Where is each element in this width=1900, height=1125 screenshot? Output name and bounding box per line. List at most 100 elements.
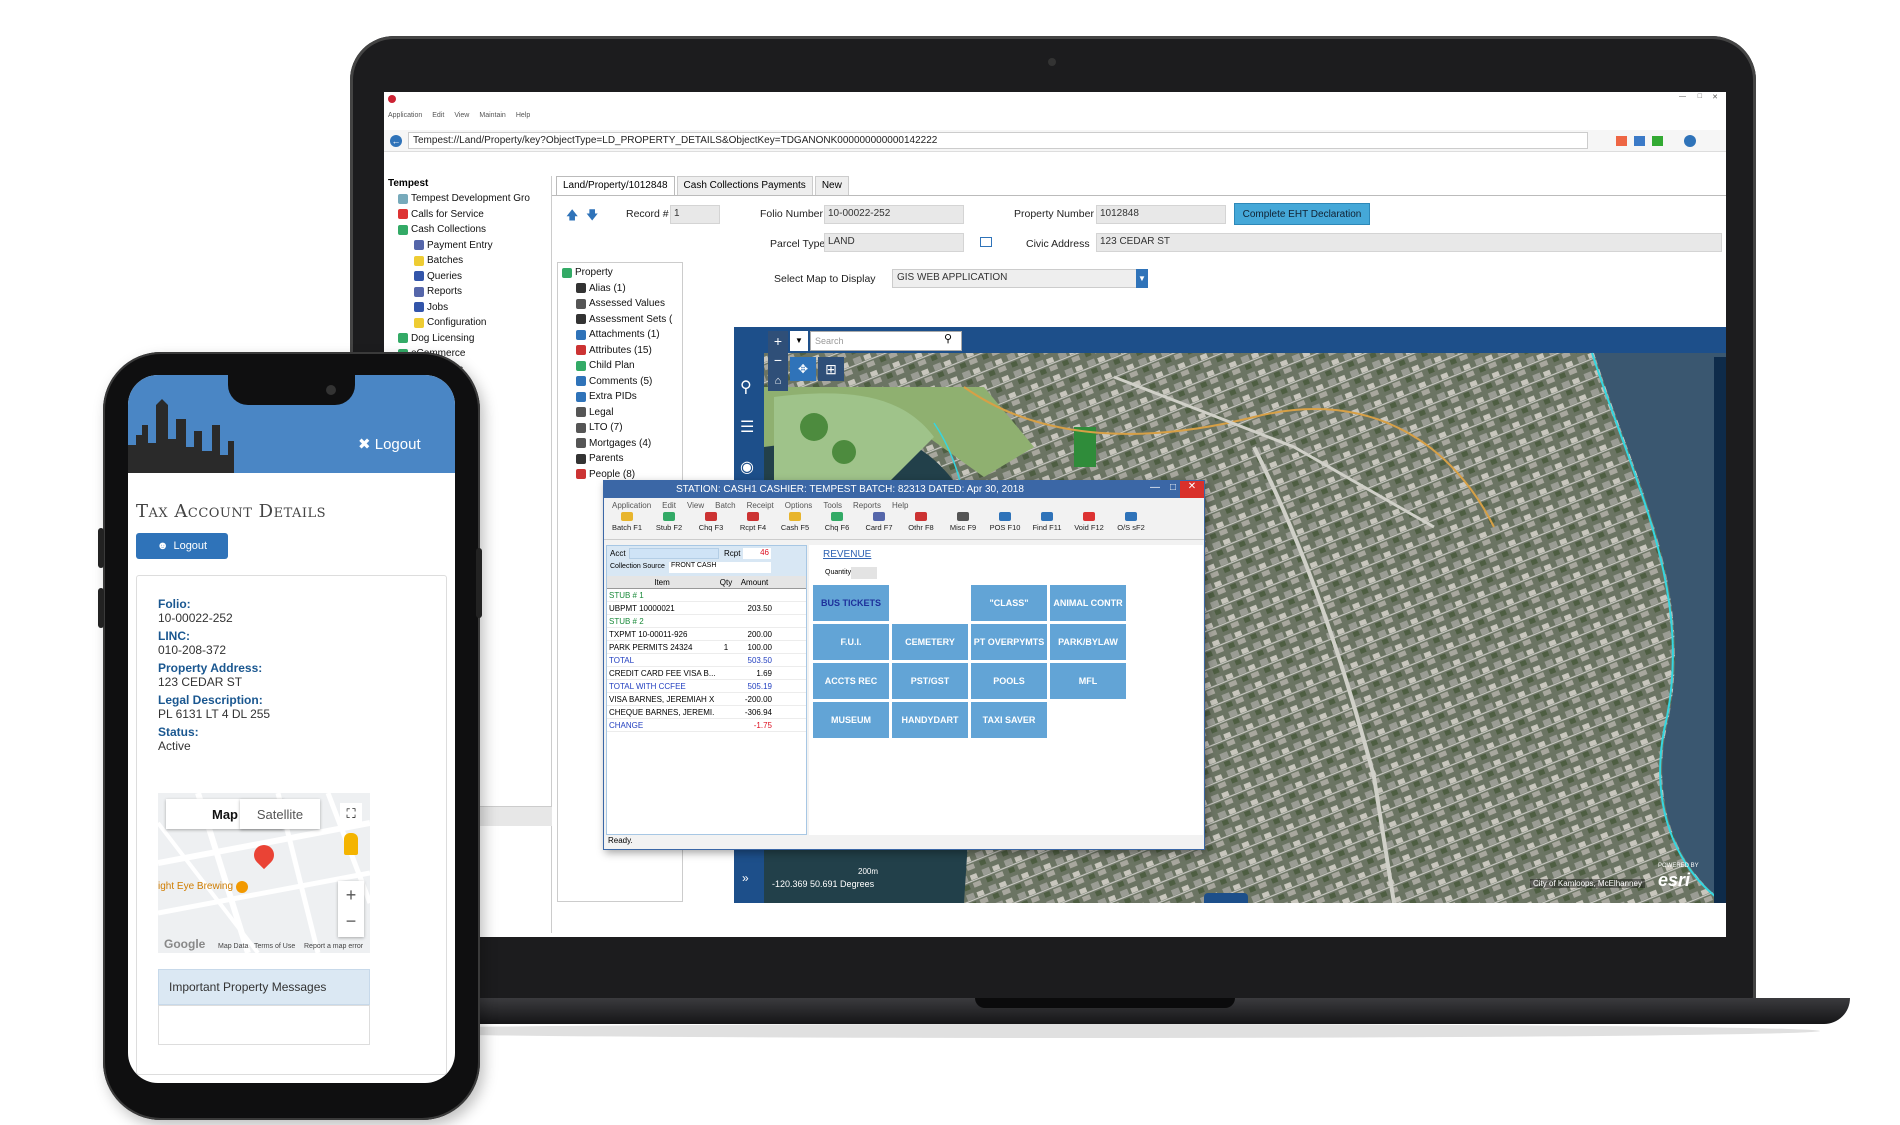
tree-item[interactable]: Dog Licensing bbox=[388, 331, 551, 347]
map-data-link[interactable]: Map Data bbox=[218, 943, 248, 950]
expand-panel-icon[interactable]: » bbox=[742, 871, 749, 885]
cash-menu-item[interactable]: Batch bbox=[715, 501, 735, 510]
logout-button[interactable]: ☻ Logout bbox=[136, 533, 228, 559]
receipt-row[interactable]: TOTAL 503.50 bbox=[607, 654, 806, 667]
home-icon[interactable]: ⌂ bbox=[768, 371, 788, 391]
cash-menu-item[interactable]: View bbox=[687, 501, 704, 510]
revenue-category-button[interactable]: CEMETERY bbox=[892, 624, 968, 660]
terms-link[interactable]: Terms of Use bbox=[254, 943, 295, 950]
map-panel-handle[interactable] bbox=[1204, 893, 1248, 903]
close-button[interactable]: ✕ bbox=[1712, 93, 1718, 101]
cash-maximize-button[interactable]: □ bbox=[1170, 482, 1176, 493]
cash-menu-item[interactable]: Receipt bbox=[747, 501, 774, 510]
menu-application[interactable]: Application bbox=[388, 112, 422, 119]
toolbar-button[interactable]: Stub F2 bbox=[648, 512, 690, 539]
property-tree-item[interactable]: Parents bbox=[562, 451, 678, 467]
toolbar-button[interactable]: O/S sF2 bbox=[1110, 512, 1152, 539]
tab-land-property[interactable]: Land/Property/1012848 bbox=[556, 176, 675, 195]
maximize-button[interactable]: □ bbox=[1698, 93, 1702, 100]
calendar-icon[interactable] bbox=[980, 237, 992, 247]
toolbar-button[interactable]: Othr F8 bbox=[900, 512, 942, 539]
property-map[interactable]: Map Satellite ⛶ + − ight Eye Brewing Goo… bbox=[158, 793, 370, 953]
map-list-icon[interactable]: ☰ bbox=[740, 417, 754, 437]
property-tree-item[interactable]: Alias (1) bbox=[562, 281, 678, 297]
revenue-category-button[interactable]: "CLASS" bbox=[971, 585, 1047, 621]
map-layers-icon[interactable]: ◉ bbox=[740, 457, 754, 477]
basemap-grid-icon[interactable]: ⊞ bbox=[818, 357, 844, 381]
property-tree-item[interactable]: Legal bbox=[562, 405, 678, 421]
favorite-icon[interactable] bbox=[1652, 136, 1663, 146]
satellite-tab[interactable]: Satellite bbox=[240, 799, 320, 829]
revenue-category-button[interactable]: MUSEUM bbox=[813, 702, 889, 738]
toolbar-button[interactable]: Misc F9 bbox=[942, 512, 984, 539]
cash-menu-item[interactable]: Edit bbox=[662, 501, 676, 510]
receipt-row[interactable]: CHEQUE BARNES, JEREMI... -306.94 bbox=[607, 706, 806, 719]
search-dropdown-icon[interactable]: ▼ bbox=[790, 331, 808, 351]
tab-cash-collections[interactable]: Cash Collections Payments bbox=[676, 176, 813, 195]
receipt-row[interactable]: STUB # 2 bbox=[607, 615, 806, 628]
pegman-icon[interactable] bbox=[344, 833, 358, 855]
tree-item[interactable]: Queries bbox=[388, 269, 551, 285]
toolbar-button[interactable]: Chq F6 bbox=[816, 512, 858, 539]
receipt-row[interactable]: TOTAL WITH CCFEE 505.19 bbox=[607, 680, 806, 693]
map-select[interactable]: GIS WEB APPLICATION bbox=[892, 269, 1148, 288]
cash-menu-item[interactable]: Reports bbox=[853, 501, 881, 510]
revenue-category-button[interactable]: TAXI SAVER bbox=[971, 702, 1047, 738]
zoom-out-button[interactable]: − bbox=[768, 351, 788, 371]
revenue-link[interactable]: REVENUE bbox=[823, 549, 871, 560]
menu-edit[interactable]: Edit bbox=[432, 112, 444, 119]
complete-eht-button[interactable]: Complete EHT Declaration bbox=[1234, 203, 1370, 225]
menu-view[interactable]: View bbox=[454, 112, 469, 119]
toolbar-button[interactable]: Find F11 bbox=[1026, 512, 1068, 539]
property-tree-item[interactable]: Comments (5) bbox=[562, 374, 678, 390]
property-tree-item[interactable]: Assessed Values bbox=[562, 296, 678, 312]
folio-field[interactable]: 10-00022-252 bbox=[824, 205, 964, 224]
revenue-category-button[interactable]: ACCTS REC bbox=[813, 663, 889, 699]
property-number-field[interactable]: 1012848 bbox=[1096, 205, 1226, 224]
map-search-icon[interactable]: ⚲ bbox=[740, 377, 752, 397]
url-input[interactable]: Tempest://Land/Property/key?ObjectType=L… bbox=[408, 132, 1588, 149]
toolbar-button[interactable]: Cash F5 bbox=[774, 512, 816, 539]
receipt-row[interactable]: VISA BARNES, JEREMIAH X -200.00 bbox=[607, 693, 806, 706]
window-icon[interactable] bbox=[1634, 136, 1645, 146]
revenue-category-button[interactable]: PST/GST bbox=[892, 663, 968, 699]
receipt-row[interactable]: CREDIT CARD FEE VISA B... 1.69 bbox=[607, 667, 806, 680]
toolbar-button[interactable]: Chq F3 bbox=[690, 512, 732, 539]
property-tree-item[interactable]: Extra PIDs bbox=[562, 389, 678, 405]
minimize-button[interactable]: — bbox=[1679, 93, 1686, 100]
revenue-category-button[interactable]: BUS TICKETS bbox=[813, 585, 889, 621]
receipt-row[interactable]: TXPMT 10-00011-926 200.00 bbox=[607, 628, 806, 641]
tree-item[interactable]: Cash Collections bbox=[388, 222, 551, 238]
toolbar-button[interactable]: Void F12 bbox=[1068, 512, 1110, 539]
chevron-down-icon[interactable]: ▼ bbox=[1136, 269, 1148, 288]
revenue-category-button[interactable]: MFL bbox=[1050, 663, 1126, 699]
phone-logout-link[interactable]: ✖ Logout bbox=[358, 435, 421, 453]
revenue-category-button[interactable]: PARK/BYLAW bbox=[1050, 624, 1126, 660]
cash-close-button[interactable]: ✕ bbox=[1180, 481, 1204, 498]
tree-item[interactable]: Batches bbox=[388, 253, 551, 269]
tab-new[interactable]: New bbox=[814, 176, 849, 195]
menu-help[interactable]: Help bbox=[516, 112, 530, 119]
toolbar-button[interactable]: Card F7 bbox=[858, 512, 900, 539]
tree-item[interactable]: Jobs bbox=[388, 300, 551, 316]
revenue-category-button[interactable]: PT OVERPYMTS bbox=[971, 624, 1047, 660]
toolbar-button[interactable]: Batch F1 bbox=[606, 512, 648, 539]
property-tree-item[interactable]: LTO (7) bbox=[562, 420, 678, 436]
map-search-go-icon[interactable]: ⚲ bbox=[944, 332, 952, 345]
cash-menu-item[interactable]: Tools bbox=[823, 501, 842, 510]
cash-menu-item[interactable]: Help bbox=[892, 501, 908, 510]
tree-item[interactable]: Configuration bbox=[388, 315, 551, 331]
stop-icon[interactable] bbox=[1616, 136, 1627, 146]
locate-icon[interactable]: ✥ bbox=[790, 357, 816, 381]
cash-menu-item[interactable]: Application bbox=[612, 501, 651, 510]
help-icon[interactable] bbox=[1684, 135, 1696, 147]
zoom-out-button[interactable]: − bbox=[338, 909, 364, 937]
receipt-row[interactable]: CHANGE -1.75 bbox=[607, 719, 806, 732]
tree-item[interactable]: Payment Entry bbox=[388, 238, 551, 254]
arrow-up-icon[interactable]: 🡅 bbox=[566, 206, 578, 227]
property-tree-item[interactable]: Child Plan bbox=[562, 358, 678, 374]
fullscreen-icon[interactable]: ⛶ bbox=[340, 803, 362, 825]
tree-item[interactable]: Calls for Service bbox=[388, 207, 551, 223]
property-tree-item[interactable]: Assessment Sets ( bbox=[562, 312, 678, 328]
revenue-category-button[interactable]: F.U.I. bbox=[813, 624, 889, 660]
